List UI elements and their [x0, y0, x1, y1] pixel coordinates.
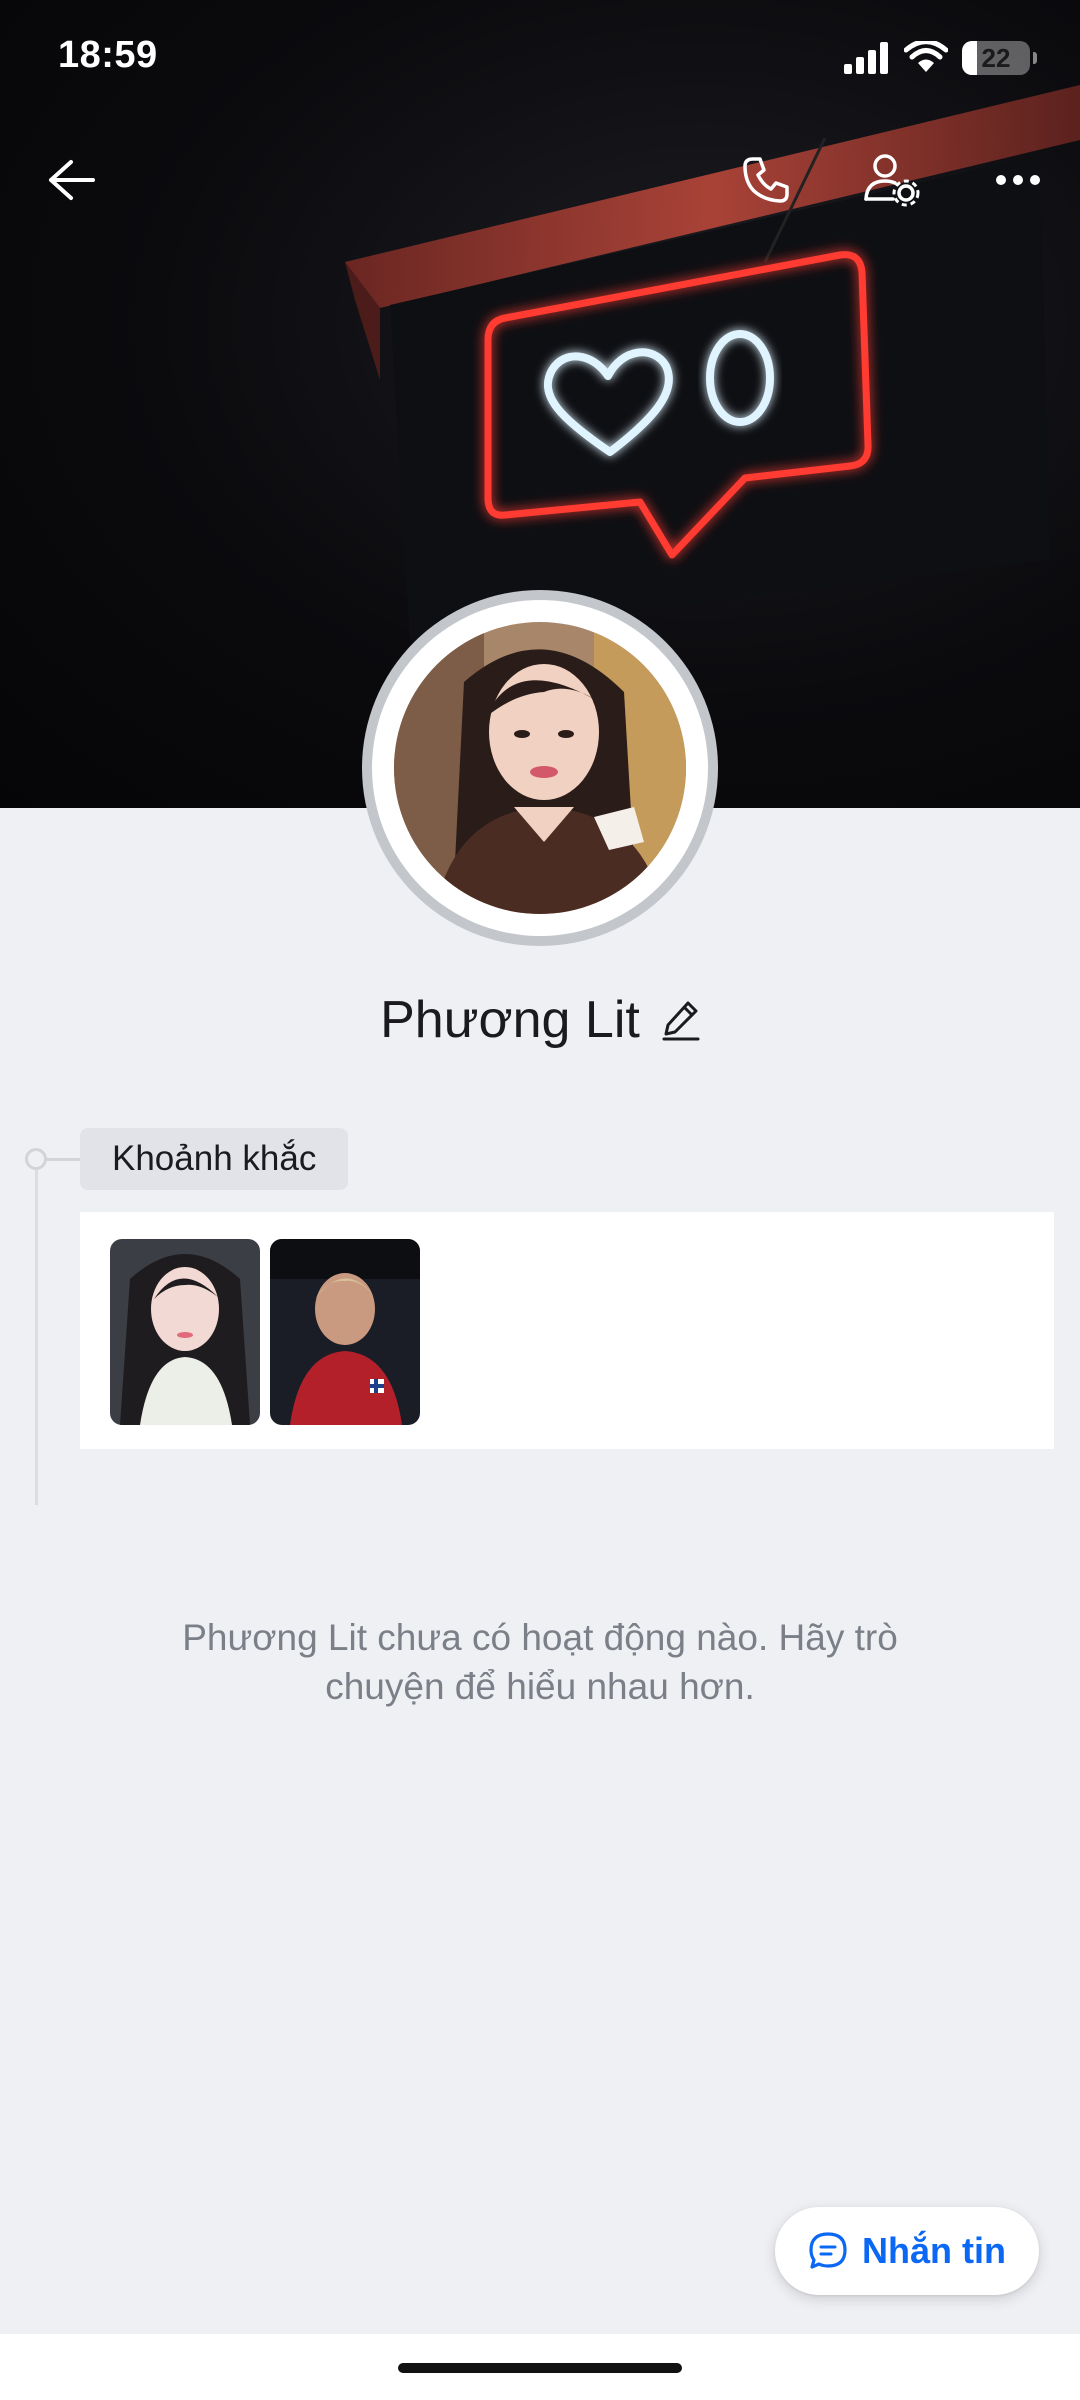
moment-thumbnail[interactable]	[270, 1239, 420, 1425]
more-horizontal-icon	[996, 175, 1040, 185]
status-icons: 22	[844, 38, 1037, 78]
timeline-line	[35, 1160, 38, 1505]
avatar[interactable]	[362, 590, 718, 946]
timeline-dot	[25, 1148, 47, 1170]
phone-icon	[743, 157, 789, 203]
profile-settings-button[interactable]	[852, 140, 932, 220]
pencil-icon[interactable]	[662, 999, 700, 1041]
status-time: 18:59	[58, 34, 158, 76]
home-indicator[interactable]	[398, 2363, 682, 2373]
avatar-border	[372, 600, 708, 936]
send-message-label: Nhắn tin	[862, 2230, 1006, 2271]
status-bar: 18:59 22	[0, 0, 1080, 110]
moment-thumbnail[interactable]	[110, 1239, 260, 1425]
wifi-icon	[904, 41, 948, 72]
avatar-photo	[394, 622, 686, 914]
send-message-button[interactable]: Nhắn tin	[775, 2207, 1039, 2295]
more-options-button[interactable]	[978, 140, 1058, 220]
moment-photo-2	[270, 1239, 420, 1425]
moment-photo-1	[110, 1239, 260, 1425]
empty-state-message: Phương Lit chưa có hoạt động nào. Hãy tr…	[182, 1617, 898, 1707]
battery-tip	[1033, 52, 1037, 64]
moments-card	[80, 1212, 1054, 1449]
moments-label: Khoảnh khắc	[80, 1128, 349, 1190]
top-action-bar	[0, 140, 1080, 220]
back-button[interactable]	[32, 140, 112, 220]
cellular-signal-icon	[844, 42, 888, 74]
call-button[interactable]	[726, 140, 806, 220]
arrow-left-icon	[49, 160, 95, 200]
battery-level: 22	[981, 43, 1011, 73]
timeline-connector	[47, 1158, 80, 1161]
user-settings-icon	[864, 154, 920, 207]
battery-indicator: 22	[962, 41, 1037, 75]
chat-bubble-icon	[809, 2232, 847, 2269]
profile-name-row: Phương Lit	[0, 985, 1080, 1055]
avatar-portrait-illustration	[394, 622, 686, 914]
profile-name: Phương Lit	[380, 991, 640, 1049]
